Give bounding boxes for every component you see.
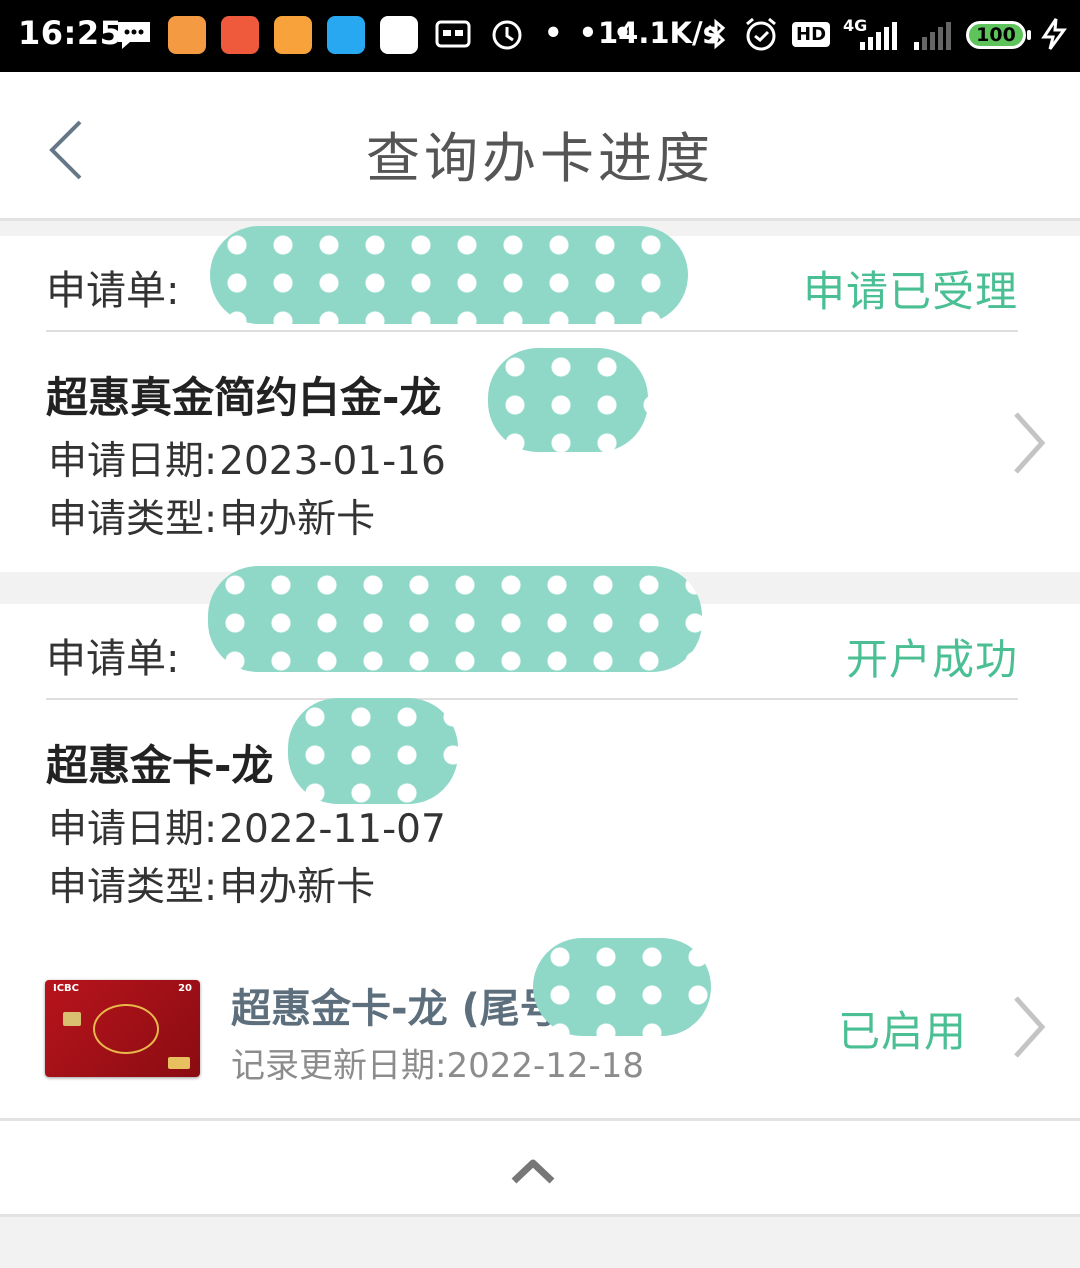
chevron-up-icon [511,1159,555,1184]
header-bar: 查询办卡进度 [0,72,1080,221]
application-card[interactable]: 申请单: 开户成功 超惠金卡-龙 申请日期:2022-11-07 申请类型:申办… [0,566,1080,945]
card-chip [63,1012,81,1026]
card-status: 已启用 [838,1007,968,1056]
application-type-value: 申办新卡 [219,497,376,542]
card-dragon-emblem [93,1004,159,1054]
application-status: 申请已受理 [802,267,1018,316]
application-date-label: 申请日期: [48,807,218,852]
redacted-order-number [208,566,702,672]
application-date-value: 2022-11-07 [219,807,446,852]
redacted-card-tail [533,938,711,1036]
message-icon [114,14,154,65]
order-label: 申请单: [46,268,180,314]
hd-badge: HD [792,22,831,47]
redacted-order-number [210,226,688,324]
application-status: 开户成功 [845,635,1018,684]
application-type-label: 申请类型: [48,865,218,910]
net-speed: 14.1K/s [598,16,720,50]
issued-card-row[interactable]: ICBC 20 超惠金卡-龙 (尾号 记录更新日期:2022-12-18 已启用 [0,938,1080,1121]
card-product-name: 超惠真金简约白金-龙 [46,373,442,422]
page-title: 查询办卡进度 [366,127,714,190]
order-label: 申请单: [46,636,180,682]
application-card[interactable]: 申请单: 申请已受理 超惠真金简约白金-龙 申请日期:2023-01-16 申请… [0,226,1080,572]
app-icon [380,16,418,54]
application-type-value: 申办新卡 [219,865,376,910]
application-type: 申请类型:申办新卡 [48,856,375,912]
redacted-suffix [488,348,648,452]
qq-icon [327,16,365,54]
application-date-label: 申请日期: [48,439,218,484]
application-date: 申请日期:2022-11-07 [48,798,446,854]
shield-icon [274,16,312,54]
chevron-right-icon[interactable] [1010,992,1050,1062]
vr-icon [434,14,472,65]
battery-icon: 100 [966,21,1031,49]
application-type-label: 申请类型: [48,497,218,542]
status-time: 16:25 [18,14,123,52]
card-thumbnail: ICBC 20 [45,980,200,1077]
record-update-date: 记录更新日期:2022-12-18 [231,1038,644,1087]
card-year-badge: 20 [178,983,192,994]
record-update-value: 2022-12-18 [446,1046,645,1086]
card-product-name: 超惠金卡-龙 [46,741,274,790]
taobao-icon [168,16,206,54]
network-type: 4G [843,16,868,35]
chevron-right-icon[interactable] [1010,408,1050,478]
bluetooth-icon [704,14,730,65]
cleaner-icon [221,16,259,54]
collapse-button[interactable] [0,1121,1080,1217]
issued-card-name: 超惠金卡-龙 (尾号 [231,986,560,1032]
redacted-suffix [288,698,458,804]
card-bank-logo: ICBC [53,983,80,994]
application-type: 申请类型:申办新卡 [48,488,375,544]
charging-icon [1038,14,1070,65]
alarm-clock-icon [742,14,780,65]
alarm-icon [488,14,526,65]
status-bar: 16:25 • • • 14.1K/s HD 4G 100 [0,0,1080,72]
application-date: 申请日期:2023-01-16 [48,430,446,486]
record-update-label: 记录更新日期: [231,1046,447,1086]
application-date-value: 2023-01-16 [219,439,446,484]
card-network-logo [168,1057,190,1069]
